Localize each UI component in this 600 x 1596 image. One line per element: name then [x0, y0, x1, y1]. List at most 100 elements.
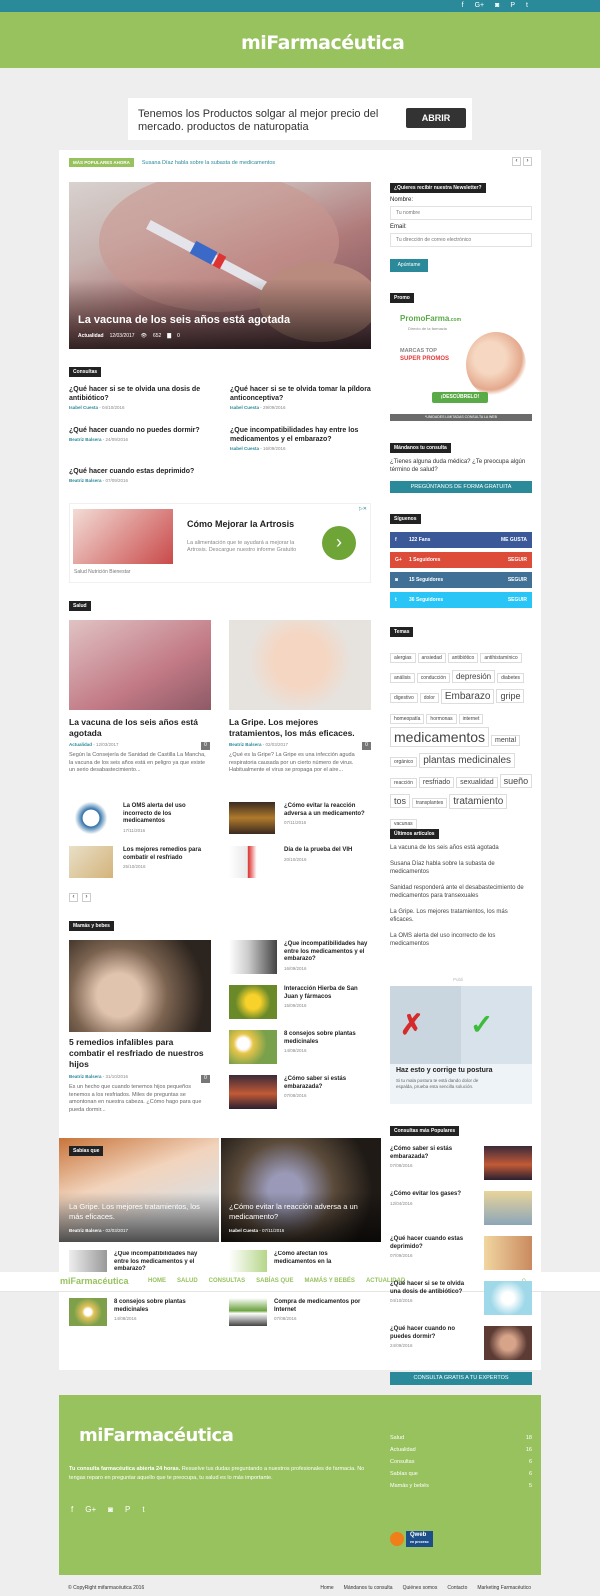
nav-mamas[interactable]: MAMÁS Y BEBÉS	[304, 1278, 354, 1284]
popular-thumb[interactable]	[484, 1146, 532, 1180]
twitter-icon[interactable]: t	[142, 1505, 144, 1514]
ticker-prev-button[interactable]: ‹	[512, 157, 521, 166]
footer-category-row[interactable]: Consultas 6	[390, 1459, 532, 1465]
mamas-small-title[interactable]: ¿Que incompatibilidades hay entre los me…	[284, 941, 372, 964]
nav-home[interactable]: HOME	[148, 1278, 166, 1284]
hero-category[interactable]: Actualidad	[78, 333, 104, 339]
salud-small-title[interactable]: Los mejores remedios para combatir el re…	[123, 847, 208, 862]
footer-category-name[interactable]: Mamás y bebés	[390, 1483, 429, 1489]
tag-link[interactable]: dolor	[419, 693, 439, 703]
footer-category-name[interactable]: Actualidad	[390, 1447, 416, 1453]
tag-link[interactable]: internet	[458, 714, 484, 724]
salud-small-thumb[interactable]	[229, 846, 275, 878]
instagram-icon[interactable]: ◙	[495, 2, 499, 10]
tag-link[interactable]: tratamiento	[449, 794, 508, 809]
facebook-icon[interactable]: f	[71, 1505, 73, 1514]
pinterest-icon[interactable]: P	[510, 2, 515, 10]
newsletter-submit-button[interactable]: Apúntame	[390, 259, 428, 272]
popular-item[interactable]: ¿Cómo saber si estás embarazada? 07/08/20…	[390, 1146, 470, 1168]
salud-small-title[interactable]: ¿Cómo evitar la reacción adversa a un me…	[284, 803, 369, 818]
popular-thumb[interactable]	[484, 1281, 532, 1315]
sabias-small-title[interactable]: ¿Que incompatibilidades hay entre los me…	[114, 1251, 209, 1271]
salud-article[interactable]: La vacuna de los seis años está agotada …	[69, 717, 209, 775]
side-ad-title[interactable]: Haz esto y corrige tu postura	[396, 1067, 492, 1074]
mamas-small-item[interactable]: ¿Que incompatibilidades hay entre los me…	[284, 941, 372, 971]
tag-link[interactable]: resfriado	[418, 777, 455, 788]
comment-count-badge[interactable]: 0	[201, 1075, 210, 1083]
mamas-author[interactable]: Beatriz Balsera	[69, 1074, 102, 1079]
tag-link[interactable]: digestivo	[390, 693, 418, 703]
section-heading-sabias[interactable]: Sabías que	[69, 1146, 104, 1156]
site-logo[interactable]: miFarmacéutica	[241, 32, 405, 54]
hero-article[interactable]: La vacuna de los seis años está agotada …	[69, 182, 371, 349]
ticker-link[interactable]: Susana Díaz habla sobre la subasta de me…	[142, 160, 275, 166]
sabias-small-item[interactable]: ¿Cómo afectan los medicamentos en la	[274, 1251, 369, 1271]
footer-category-row[interactable]: Mamás y bebés 5	[390, 1483, 532, 1489]
ultimos-link[interactable]: Susana Díaz habla sobre la subasta de me…	[390, 860, 532, 876]
tag-link[interactable]: orgánico	[390, 757, 418, 767]
salud-author[interactable]: Beatriz Balsera	[229, 742, 262, 747]
sabias-small-item[interactable]: ¿Que incompatibilidades hay entre los me…	[114, 1251, 209, 1271]
twitter-icon[interactable]: t	[526, 2, 528, 10]
tag-link[interactable]: diabetes	[497, 673, 525, 683]
bottom-link-consulta[interactable]: Mándanos tu consulta	[344, 1585, 393, 1591]
tag-link[interactable]: alergias	[390, 653, 416, 663]
nav-logo[interactable]: miFarmacéutica	[60, 1276, 129, 1286]
consulta-title[interactable]: ¿Que incompatibilidades hay entre los me…	[230, 426, 375, 444]
sabias-author[interactable]: Beatriz Balsera	[69, 1228, 102, 1233]
salud-small-thumb[interactable]	[229, 802, 275, 834]
googleplus-icon[interactable]: G+	[85, 1505, 96, 1514]
salud-small-item[interactable]: ¿Cómo evitar la reacción adversa a un me…	[284, 803, 369, 825]
promo-banner[interactable]: PromoFarma.com Directo de la farmacia MA…	[390, 306, 532, 411]
tag-link[interactable]: antibiótico	[447, 653, 479, 663]
tag-link[interactable]: homeopatía	[390, 714, 425, 724]
pinterest-icon[interactable]: P	[125, 1505, 130, 1514]
consulta-item[interactable]: ¿Que incompatibilidades hay entre los me…	[230, 426, 375, 451]
populares-button[interactable]: CONSULTA GRATIS A TU EXPERTOS	[390, 1372, 532, 1385]
social-action[interactable]: ME GUSTA	[501, 537, 527, 543]
sabias-small-title[interactable]: ¿Cómo afectan los medicamentos en la	[274, 1251, 369, 1266]
instagram-follow-row[interactable]: ◙ 15 Seguidores SEGUIR	[390, 572, 532, 588]
top-ad[interactable]: Tenemos los Productos solgar al mejor pr…	[128, 98, 472, 140]
ultimos-link[interactable]: La OMS alerta del uso incorrecto de los …	[390, 932, 532, 948]
facebook-follow-row[interactable]: f 122 Fans ME GUSTA	[390, 532, 532, 548]
bottom-link-contacto[interactable]: Contacto	[447, 1585, 467, 1591]
popular-thumb[interactable]	[484, 1236, 532, 1270]
mamas-small-title[interactable]: ¿Cómo saber si estás embarazada?	[284, 1076, 372, 1091]
tag-link[interactable]: conducción	[416, 673, 450, 683]
popular-title[interactable]: ¿Qué hacer si se te olvida una dosis de …	[390, 1281, 470, 1296]
sabias-small-thumb[interactable]	[229, 1298, 267, 1326]
salud-image-2[interactable]	[229, 620, 371, 710]
mamas-small-item[interactable]: ¿Cómo saber si estás embarazada? 07/08/2…	[284, 1076, 372, 1098]
salud-image-1[interactable]	[69, 620, 211, 710]
bottom-link-quienes[interactable]: Quiénes somos	[403, 1585, 438, 1591]
popular-title[interactable]: ¿Cómo evitar los gases?	[390, 1191, 470, 1199]
facebook-icon[interactable]: f	[462, 2, 464, 10]
tag-link[interactable]: sexualidad	[456, 777, 498, 788]
tag-link[interactable]: plantas medicinales	[419, 753, 516, 768]
tag-link[interactable]: análisis	[390, 673, 415, 683]
sabias-small-title[interactable]: Compra de medicamentos por Internet	[274, 1299, 369, 1314]
salud-small-thumb[interactable]	[69, 846, 113, 878]
consulta-item[interactable]: ¿Qué hacer si se te olvida una dosis de …	[69, 385, 219, 410]
mamas-small-title[interactable]: 8 consejos sobre plantas medicinales	[284, 1031, 372, 1046]
section-heading-mamas[interactable]: Mamás y bebes	[69, 921, 114, 931]
instagram-icon[interactable]: ◙	[108, 1505, 113, 1514]
salud-author[interactable]: Actualidad	[69, 742, 92, 747]
consulta-title[interactable]: ¿Qué hacer si se te olvida tomar la píld…	[230, 385, 375, 403]
top-ad-button[interactable]: ABRIR	[406, 108, 466, 128]
newsletter-name-input[interactable]	[390, 206, 532, 220]
popular-title[interactable]: ¿Cómo saber si estás embarazada?	[390, 1146, 470, 1161]
side-ad[interactable]: ✗ ✓ Haz esto y corrige tu postura Si tu …	[390, 986, 532, 1104]
newsletter-email-input[interactable]	[390, 233, 532, 247]
tag-link[interactable]: mental	[491, 735, 521, 746]
footer-category-name[interactable]: Consultas	[390, 1459, 414, 1465]
googleplus-icon[interactable]: G+	[475, 2, 485, 10]
salud-title[interactable]: La vacuna de los seis años está agotada	[69, 717, 209, 739]
consulta-item[interactable]: ¿Qué hacer cuando no puedes dormir? Beat…	[69, 426, 219, 442]
consulta-title[interactable]: ¿Qué hacer cuando no puedes dormir?	[69, 426, 219, 435]
salud-small-title[interactable]: Día de la prueba del VIH	[284, 847, 369, 855]
footer-logo[interactable]: miFarmacéutica	[79, 1425, 234, 1446]
sabias-small-item[interactable]: 8 consejos sobre plantas medicinales 14/…	[114, 1299, 209, 1321]
sabias-title[interactable]: ¿Cómo evitar la reacción adversa a un me…	[229, 1202, 374, 1221]
